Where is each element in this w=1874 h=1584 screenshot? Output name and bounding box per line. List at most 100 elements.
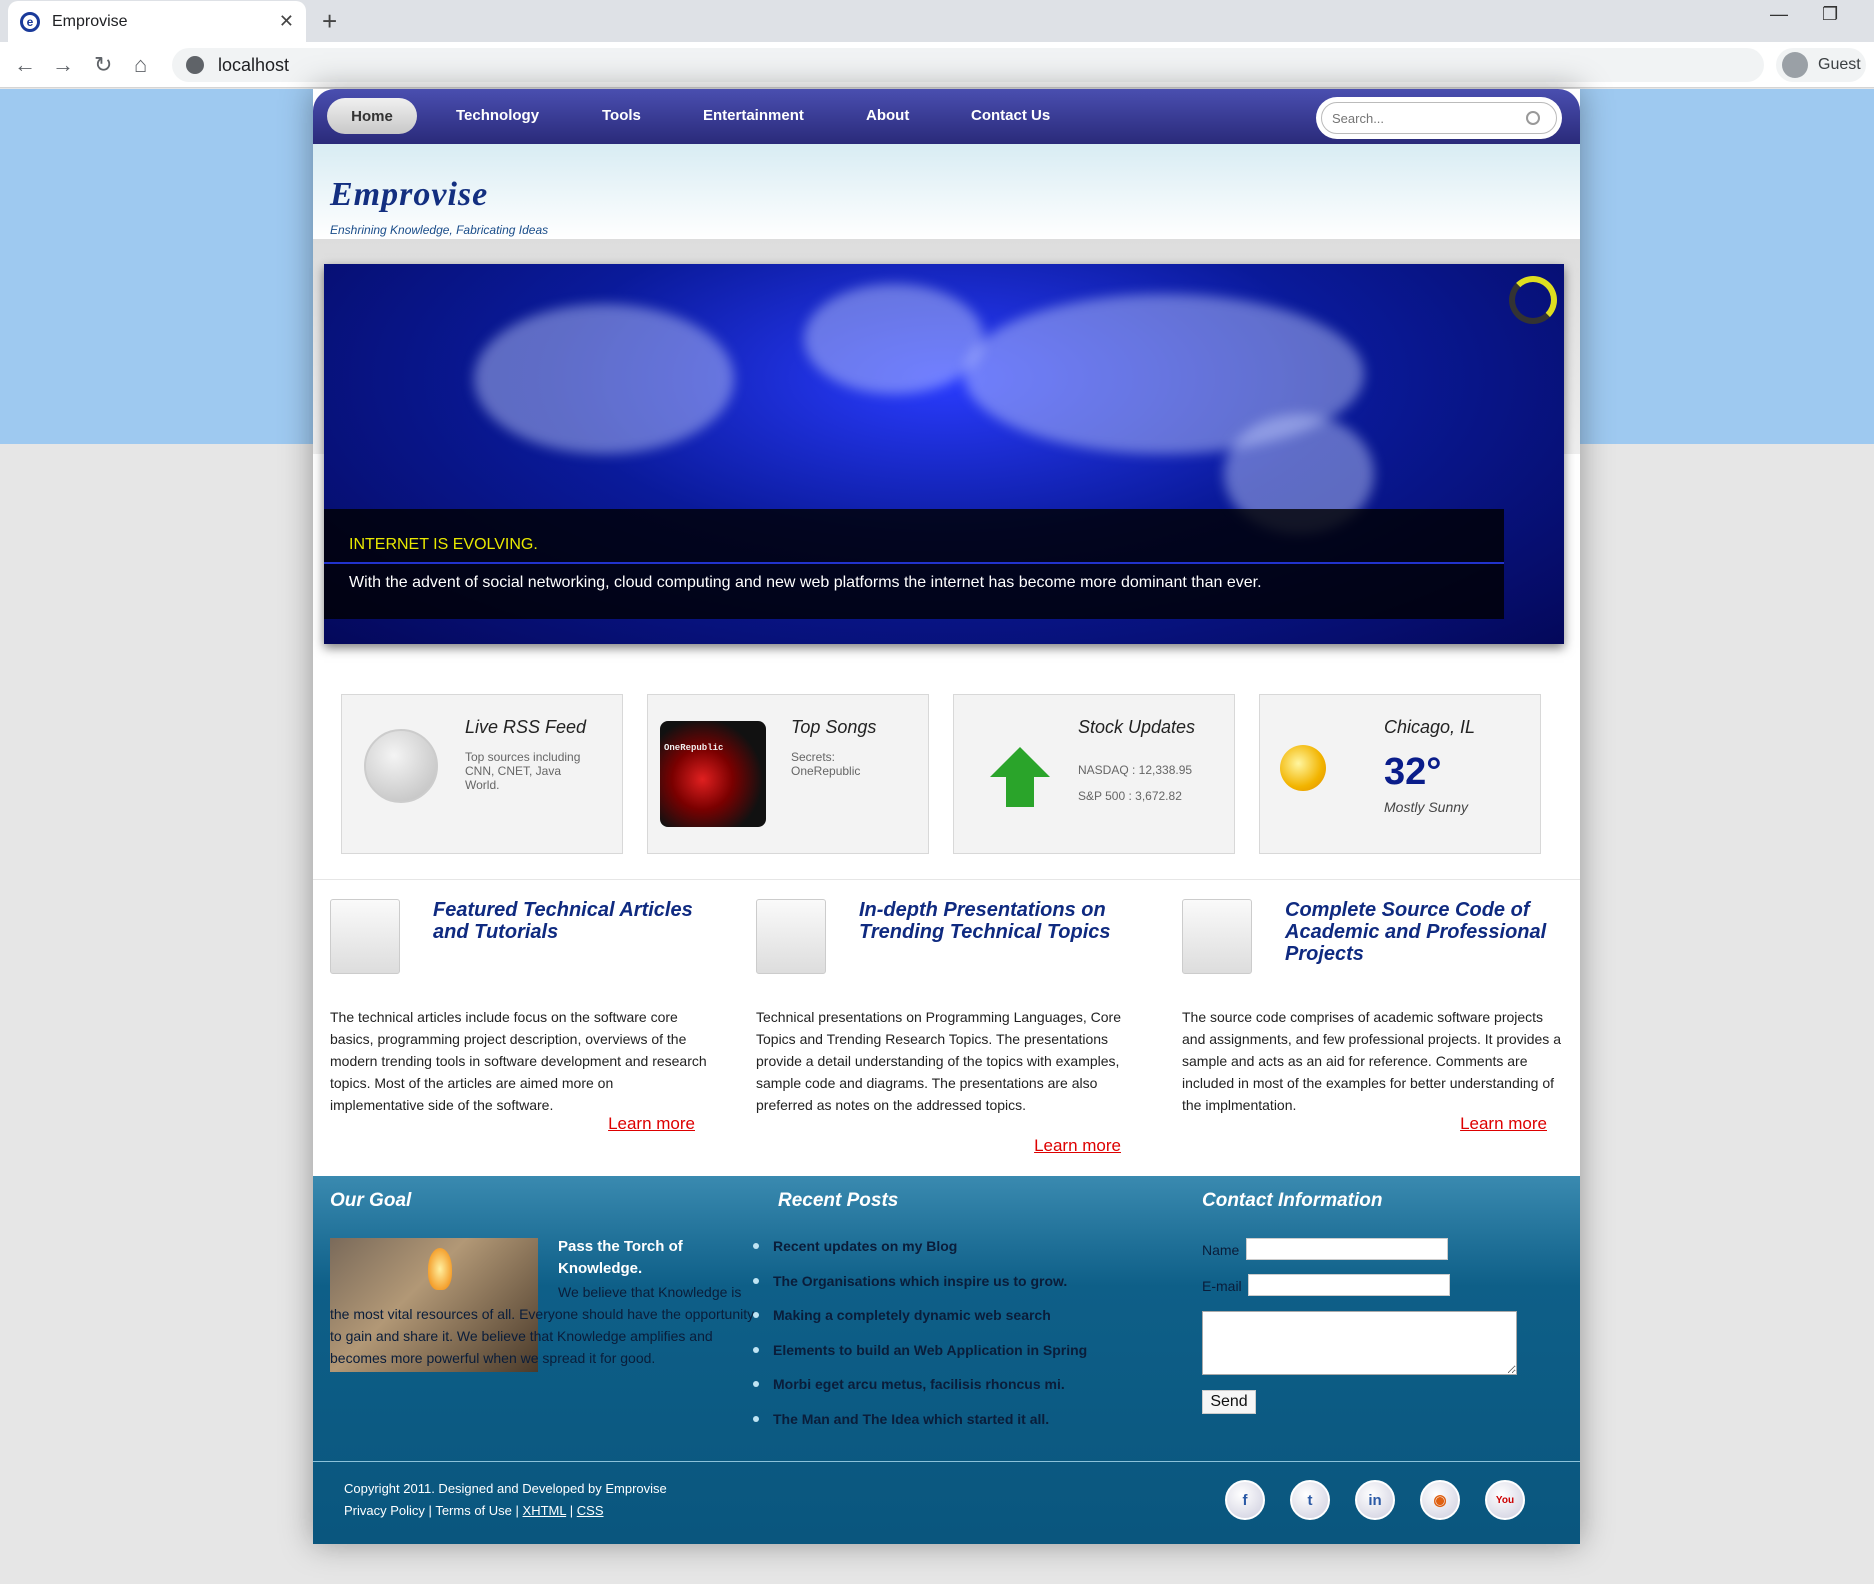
- profile-button[interactable]: Guest: [1776, 48, 1866, 82]
- privacy-link[interactable]: Privacy Policy: [344, 1503, 425, 1518]
- restore-icon[interactable]: ❐: [1822, 4, 1838, 25]
- minimize-icon[interactable]: —: [1770, 4, 1788, 25]
- feature-title: Featured Technical Articles and Tutorial…: [433, 899, 693, 943]
- feature-desc: The technical articles include focus on …: [330, 1009, 707, 1113]
- learn-more-link[interactable]: Learn more: [1034, 1136, 1121, 1156]
- widget-title: Top Songs: [791, 717, 877, 737]
- url-text: localhost: [218, 54, 290, 75]
- email-label: E-mail: [1202, 1278, 1242, 1294]
- slider-caption: INTERNET IS EVOLVING. With the advent of…: [324, 509, 1504, 619]
- feature-title: In-depth Presentations on Trending Techn…: [859, 899, 1111, 943]
- nav-technology[interactable]: Technology: [456, 107, 539, 124]
- rss-feed-icon[interactable]: ◉: [1420, 1480, 1460, 1520]
- site-footer: Our Goal Pass the Torch of Knowledge. We…: [313, 1176, 1580, 1544]
- twitter-icon[interactable]: t: [1290, 1480, 1330, 1520]
- new-tab-button[interactable]: +: [322, 6, 337, 37]
- world-map-region: [474, 304, 734, 454]
- learn-more-link[interactable]: Learn more: [608, 1114, 695, 1134]
- terms-link[interactable]: Terms of Use: [435, 1503, 512, 1518]
- learn-more-link[interactable]: Learn more: [1460, 1114, 1547, 1134]
- nasdaq-value: NASDAQ : 12,338.95: [1078, 763, 1193, 777]
- rss-icon: [364, 729, 438, 803]
- up-arrow-stem: [1006, 777, 1034, 807]
- post-link[interactable]: The Man and The Idea which started it al…: [752, 1411, 1049, 1427]
- feature-title: Complete Source Code of Academic and Pro…: [1285, 899, 1547, 965]
- nav-tools[interactable]: Tools: [602, 107, 641, 124]
- widget-desc: Secrets: OneRepublic: [791, 750, 861, 778]
- profile-label: Guest: [1818, 56, 1861, 73]
- linkedin-icon[interactable]: in: [1355, 1480, 1395, 1520]
- contact-heading: Contact Information: [1202, 1190, 1383, 1211]
- goal-text: We believe that Knowledge is the most vi…: [330, 1284, 755, 1366]
- sun-icon: [1280, 745, 1326, 791]
- home-icon[interactable]: ⌂: [134, 52, 147, 78]
- post-link[interactable]: The Organisations which inspire us to gr…: [752, 1273, 1067, 1289]
- footer-separator: |: [515, 1503, 519, 1518]
- widget-desc: Top sources including CNN, CNET, Java Wo…: [465, 750, 581, 792]
- xhtml-link[interactable]: XHTML: [523, 1503, 567, 1518]
- message-textarea[interactable]: [1202, 1311, 1517, 1375]
- image-slider[interactable]: INTERNET IS EVOLVING. With the advent of…: [324, 264, 1564, 644]
- search-icon[interactable]: [1526, 111, 1540, 125]
- tab-title: Emprovise: [52, 12, 128, 30]
- sp500-value: S&P 500 : 3,672.82: [1078, 789, 1182, 803]
- back-icon[interactable]: ←: [14, 52, 36, 78]
- section-divider: [313, 879, 1580, 880]
- feature-desc: The source code comprises of academic so…: [1182, 1009, 1561, 1113]
- copyright: Copyright 2011. Designed and Developed b…: [344, 1478, 667, 1522]
- presentation-icon: [756, 899, 826, 974]
- goal-subheading: Pass the Torch of Knowledge.: [558, 1238, 683, 1277]
- site-header: Emprovise Enshrining Knowledge, Fabricat…: [313, 144, 1580, 239]
- site-logo[interactable]: Emprovise: [330, 176, 488, 214]
- widgets-row: Live RSS Feed Top sources including CNN,…: [313, 664, 1580, 854]
- nav-entertainment[interactable]: Entertainment: [703, 107, 804, 124]
- nav-about[interactable]: About: [866, 107, 909, 124]
- forward-icon[interactable]: →: [52, 52, 74, 78]
- site-info-icon[interactable]: [186, 56, 204, 74]
- caption-divider: [324, 562, 1504, 564]
- feature-desc: Technical presentations on Programming L…: [756, 1009, 1121, 1113]
- browser-tab[interactable]: e Emprovise ✕: [8, 1, 306, 42]
- up-arrow-icon: [990, 747, 1050, 777]
- facebook-icon[interactable]: f: [1225, 1480, 1265, 1520]
- nav-home[interactable]: Home: [327, 98, 417, 134]
- footer-separator: |: [569, 1503, 574, 1518]
- close-tab-icon[interactable]: ✕: [279, 11, 294, 32]
- css-link[interactable]: CSS: [577, 1503, 604, 1518]
- rss-widget[interactable]: Live RSS Feed Top sources including CNN,…: [341, 694, 623, 854]
- post-link[interactable]: Recent updates on my Blog: [752, 1238, 957, 1254]
- weather-condition: Mostly Sunny: [1384, 799, 1469, 815]
- site-container: Home Technology Tools Entertainment Abou…: [313, 89, 1580, 1544]
- weather-widget[interactable]: Chicago, IL 32° Mostly Sunny: [1259, 694, 1541, 854]
- emprovise-favicon-icon: e: [20, 11, 40, 32]
- site-tagline: Enshrining Knowledge, Fabricating Ideas: [330, 223, 549, 237]
- search-input[interactable]: [1321, 102, 1557, 134]
- notepad-pen-icon: [330, 899, 400, 974]
- post-link[interactable]: Elements to build an Web Application in …: [752, 1342, 1087, 1358]
- search-box: [1316, 97, 1562, 139]
- songs-widget[interactable]: OneRepublic Top Songs Secrets: OneRepubl…: [647, 694, 929, 854]
- youtube-icon[interactable]: You: [1485, 1480, 1525, 1520]
- weather-city: Chicago, IL: [1384, 717, 1476, 737]
- email-field[interactable]: [1248, 1274, 1450, 1296]
- album-art-icon: OneRepublic: [660, 721, 766, 827]
- main-nav: Home Technology Tools Entertainment Abou…: [313, 89, 1580, 144]
- caption-title: INTERNET IS EVOLVING.: [349, 536, 538, 553]
- avatar-icon: [1782, 52, 1808, 78]
- send-button[interactable]: Send: [1202, 1390, 1256, 1414]
- caption-text: With the advent of social networking, cl…: [349, 574, 1262, 591]
- posts-heading: Recent Posts: [778, 1190, 899, 1211]
- browser-tab-bar: e Emprovise ✕ + — ❐: [0, 0, 1874, 42]
- goal-heading: Our Goal: [330, 1190, 412, 1211]
- name-field[interactable]: [1246, 1238, 1448, 1260]
- widget-title: Live RSS Feed: [465, 717, 587, 737]
- address-bar[interactable]: localhost: [172, 48, 1764, 82]
- post-link[interactable]: Making a completely dynamic web search: [753, 1307, 1051, 1323]
- post-link[interactable]: Morbi eget arcu metus, facilisis rhoncus…: [753, 1376, 1065, 1392]
- nav-contact[interactable]: Contact Us: [971, 107, 1050, 124]
- stocks-widget[interactable]: Stock Updates NASDAQ : 12,338.95 S&P 500…: [953, 694, 1235, 854]
- copyright-text: Copyright 2011. Designed and Developed b…: [344, 1481, 667, 1496]
- widget-title: Stock Updates: [1078, 717, 1196, 737]
- reload-icon[interactable]: ↻: [94, 52, 112, 78]
- name-label: Name: [1202, 1242, 1240, 1258]
